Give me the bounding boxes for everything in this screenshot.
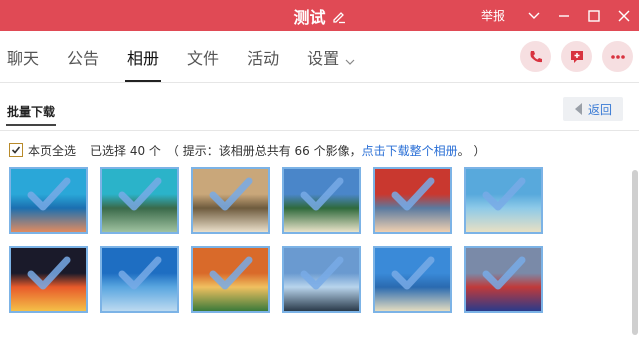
- phone-call-button[interactable]: [520, 41, 551, 72]
- batch-download-title: 批量下载: [5, 105, 57, 126]
- photo-thumbnail-island-beach[interactable]: [282, 167, 361, 234]
- selection-bar: 本页全选 已选择 40 个 （ 提示：该相册总共有 66 个影像， 点击下载整个…: [9, 141, 485, 159]
- photo-thumbnail-thai-dishes[interactable]: [191, 246, 270, 313]
- photo-thumbnail-night-market[interactable]: [9, 246, 88, 313]
- edit-icon[interactable]: [332, 9, 346, 23]
- report-button[interactable]: 举报: [481, 7, 505, 24]
- tab-label: 设置: [307, 48, 340, 68]
- photo-thumbnail-child-portrait[interactable]: [373, 167, 452, 234]
- photo-thumbnail-boat-beach[interactable]: [373, 246, 452, 313]
- arrow-left-icon: [574, 103, 582, 115]
- tab-chat[interactable]: 聊天: [0, 31, 47, 82]
- title-bar: 测试 举报: [0, 0, 639, 31]
- message-plus-icon: [570, 50, 583, 63]
- tab-label: 文件: [187, 48, 220, 68]
- photo-thumbnail-lagoon-cliffs[interactable]: [100, 167, 179, 234]
- photo-thumbnail-shore-sky[interactable]: [464, 167, 543, 234]
- tab-announcement[interactable]: 公告: [59, 31, 107, 82]
- photo-thumbnail-blue-sea[interactable]: [100, 246, 179, 313]
- maximize-icon[interactable]: [579, 0, 609, 31]
- phone-icon: [530, 50, 542, 62]
- selected-check-icon: [118, 256, 162, 290]
- window-title-text: 测试: [293, 7, 326, 27]
- tab-activity[interactable]: 活动: [239, 31, 287, 82]
- select-all-checkbox[interactable]: [9, 143, 23, 157]
- select-all-label[interactable]: 本页全选: [28, 142, 76, 159]
- chevron-down-icon: [345, 52, 355, 65]
- tab-label: 相册: [127, 48, 160, 68]
- batch-download-header: 批量下载 返回: [0, 83, 639, 131]
- photo-thumbnail-snorkel-hand[interactable]: [9, 167, 88, 234]
- tab-label: 活动: [247, 48, 280, 68]
- tab-settings[interactable]: 设置: [299, 31, 363, 82]
- more-button[interactable]: [602, 41, 633, 72]
- minimize-icon[interactable]: [549, 0, 579, 31]
- back-button[interactable]: 返回: [563, 97, 623, 121]
- selected-check-icon: [391, 256, 435, 290]
- photo-thumbnail-girl-arch[interactable]: [464, 246, 543, 313]
- selected-check-icon: [209, 256, 253, 290]
- selected-check-icon: [482, 177, 526, 211]
- tab-bar: 聊天 公告 相册 文件 活动 设置: [0, 31, 375, 82]
- selected-check-icon: [27, 177, 71, 211]
- selected-check-icon: [300, 256, 344, 290]
- scrollbar[interactable]: [632, 170, 638, 335]
- window-controls: 举报: [481, 0, 639, 31]
- selected-check-icon: [209, 177, 253, 211]
- tab-label: 聊天: [7, 48, 40, 68]
- selected-check-icon: [118, 177, 162, 211]
- close-icon[interactable]: [609, 0, 639, 31]
- back-label: 返回: [587, 102, 612, 117]
- selected-check-icon: [482, 256, 526, 290]
- photo-thumbnail-seafood-plate[interactable]: [191, 167, 270, 234]
- hint-suffix: 。 ）: [457, 143, 486, 158]
- tab-label: 公告: [67, 48, 100, 68]
- check-icon: [11, 146, 21, 154]
- selected-check-icon: [27, 256, 71, 290]
- selected-check-icon: [300, 177, 344, 211]
- tab-album[interactable]: 相册: [119, 31, 167, 82]
- selected-check-icon: [391, 177, 435, 211]
- download-album-link[interactable]: 点击下载整个相册: [362, 142, 458, 159]
- hint-prefix: （ 提示：该相册总共有 66 个影像，: [166, 143, 362, 158]
- tab-files[interactable]: 文件: [179, 31, 227, 82]
- chevron-down-icon[interactable]: [519, 0, 549, 31]
- more-icon: [610, 54, 625, 59]
- group-nav: 聊天 公告 相册 文件 活动 设置: [0, 31, 639, 83]
- selected-count: 已选择 40 个: [90, 143, 161, 158]
- add-comment-button[interactable]: [561, 41, 592, 72]
- photo-thumbnail-palm-horizon[interactable]: [282, 246, 361, 313]
- header-actions: [520, 41, 633, 72]
